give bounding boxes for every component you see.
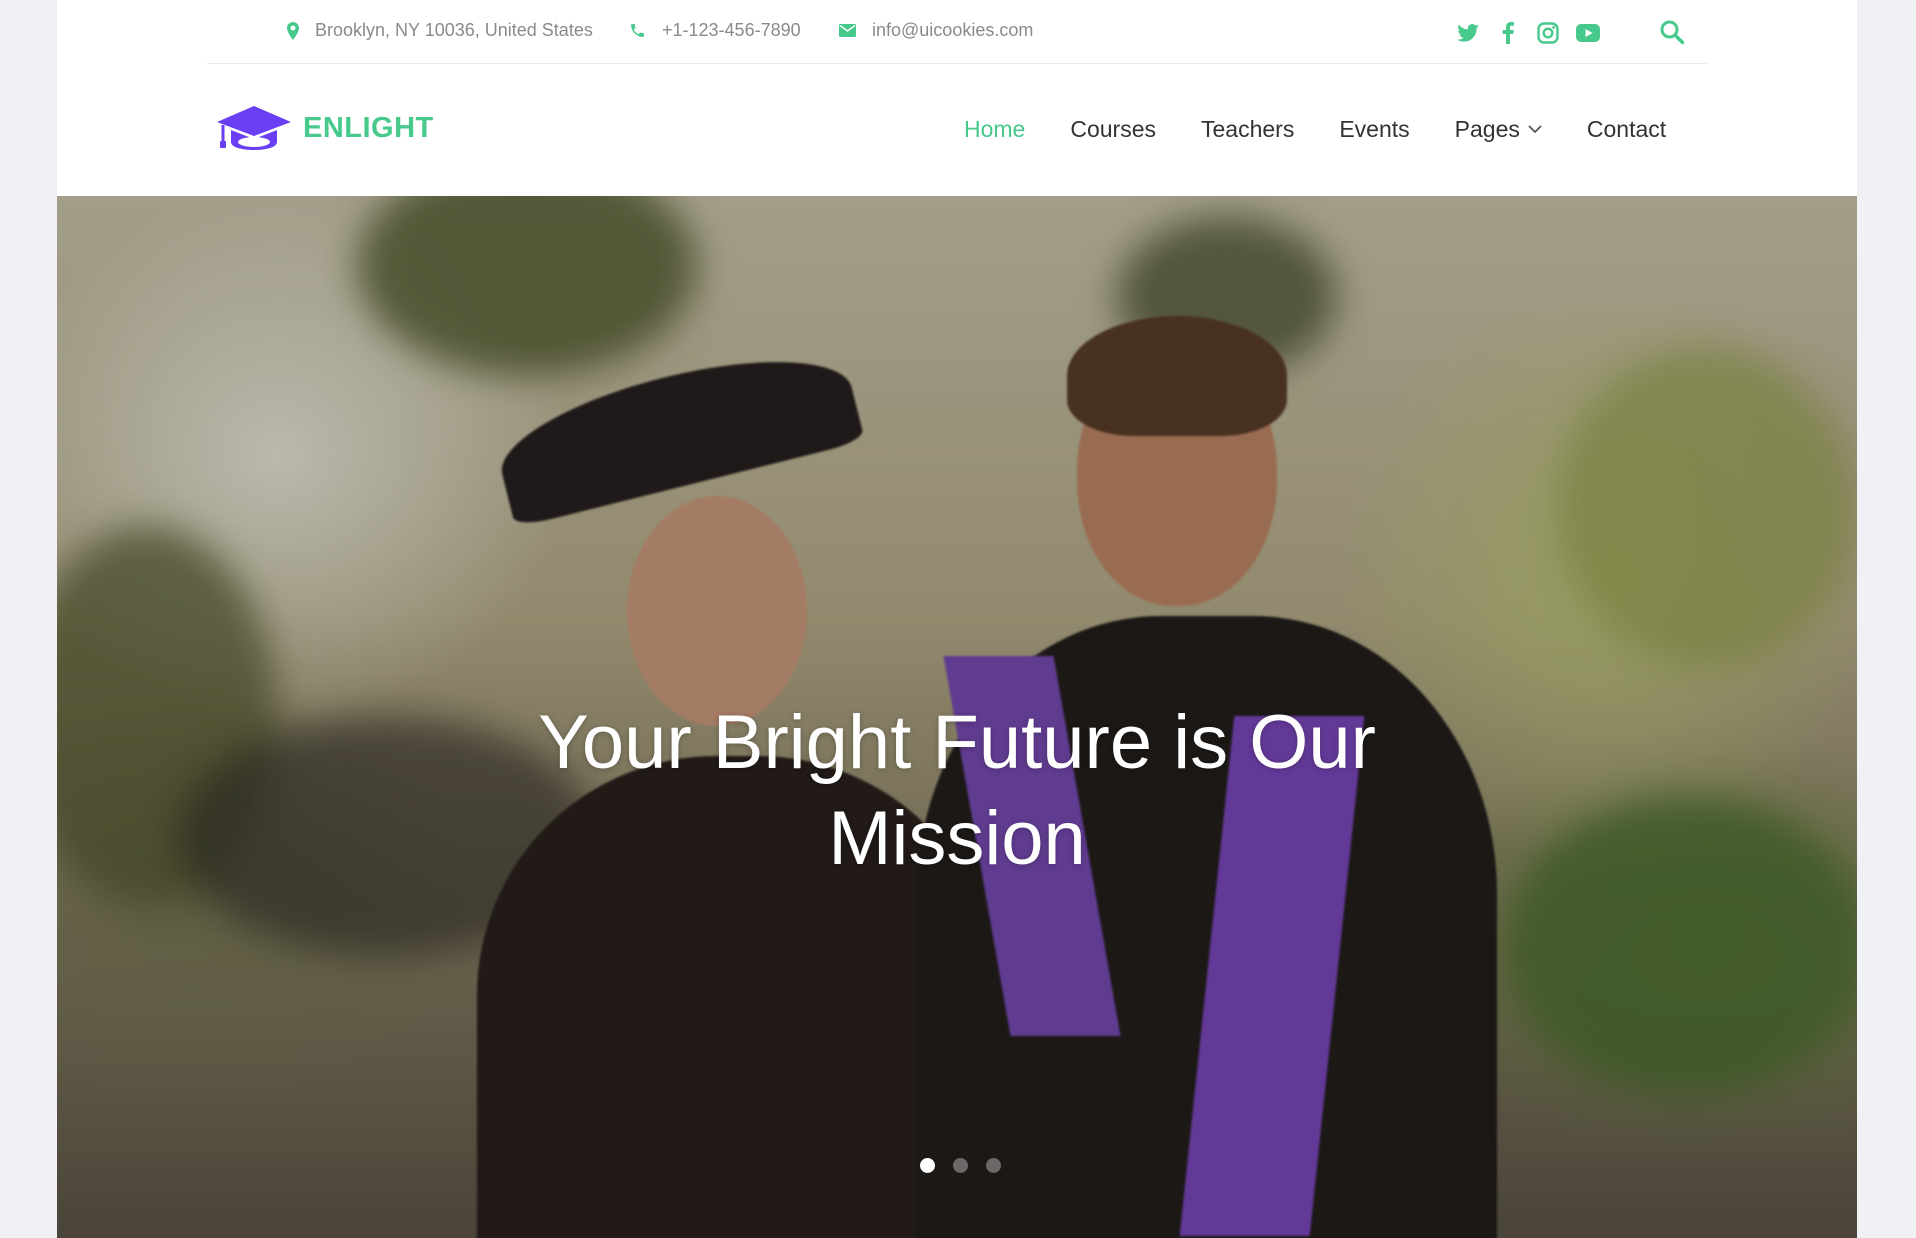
nav-home-label: Home [964, 116, 1026, 142]
nav-pages[interactable]: Pages [1455, 116, 1542, 143]
nav-teachers[interactable]: Teachers [1201, 116, 1294, 143]
phone-info[interactable]: +1-123-456-7890 [629, 20, 801, 41]
slider-dots [920, 1158, 1019, 1173]
email-info[interactable]: info@uicookies.com [839, 20, 1033, 41]
hero-slider: Your Bright Future is Our Mission [57, 196, 1857, 1238]
phone-text: +1-123-456-7890 [662, 20, 801, 40]
youtube-icon[interactable] [1575, 20, 1601, 46]
main-header: ENLIGHT Home Courses Teachers Events Pag… [57, 64, 1857, 196]
instagram-icon[interactable] [1535, 20, 1561, 46]
location-pin-icon [287, 21, 299, 40]
site-logo[interactable]: ENLIGHT [215, 104, 434, 152]
nav-courses[interactable]: Courses [1070, 116, 1156, 143]
nav-contact-label: Contact [1586, 116, 1667, 142]
logo-text: ENLIGHT [303, 111, 434, 144]
top-bar: Brooklyn, NY 10036, United States +1-123… [207, 0, 1707, 64]
search-icon[interactable] [1659, 19, 1687, 47]
nav-events-label: Events [1339, 116, 1410, 142]
page: Brooklyn, NY 10036, United States +1-123… [57, 0, 1857, 1238]
hero-title: Your Bright Future is Our Mission [538, 699, 1376, 881]
twitter-icon[interactable] [1455, 20, 1481, 46]
nav-events[interactable]: Events [1339, 116, 1409, 143]
main-nav: Home Courses Teachers Events Pages Conta… [964, 116, 1666, 143]
facebook-icon[interactable] [1495, 20, 1521, 46]
email-text: info@uicookies.com [872, 20, 1034, 40]
slider-dot-1[interactable] [920, 1158, 935, 1173]
envelope-icon [839, 24, 856, 37]
slider-dot-2[interactable] [953, 1158, 968, 1173]
phone-icon [631, 24, 644, 37]
nav-home[interactable]: Home [964, 116, 1025, 143]
chevron-down-icon [1528, 125, 1542, 134]
address-info: Brooklyn, NY 10036, United States [287, 20, 593, 41]
nav-contact[interactable]: Contact [1587, 116, 1666, 143]
nav-pages-label: Pages [1454, 116, 1520, 142]
graduation-cap-icon [217, 106, 291, 150]
nav-teachers-label: Teachers [1201, 116, 1295, 142]
slider-dot-3[interactable] [986, 1158, 1001, 1173]
social-links [1455, 20, 1615, 46]
address-text: Brooklyn, NY 10036, United States [315, 20, 593, 40]
nav-courses-label: Courses [1070, 116, 1157, 142]
